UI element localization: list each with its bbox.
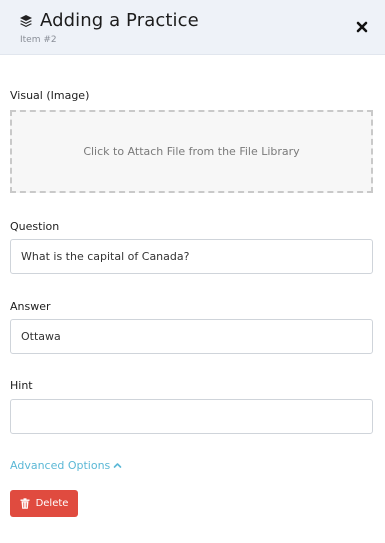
item-number: Item #2 (20, 35, 57, 45)
file-attach-dropzone[interactable]: Click to Attach File from the File Libra… (10, 110, 373, 193)
advanced-options-label: Advanced Options (10, 459, 111, 472)
dropzone-text: Click to Attach File from the File Libra… (83, 145, 300, 158)
question-label: Question (10, 220, 60, 233)
question-value: What is the capital of Canada? (21, 250, 190, 263)
answer-value: Ottawa (21, 330, 61, 343)
title-row: Adding a Practice (19, 9, 385, 33)
panel-header: Adding a Practice Item #2 (0, 0, 385, 55)
delete-label: Delete (35, 498, 69, 509)
delete-button[interactable]: Delete (10, 490, 78, 517)
visual-label: Visual (Image) (10, 89, 90, 102)
close-icon (356, 21, 368, 33)
close-button[interactable] (355, 19, 369, 33)
chevron-up-icon (113, 461, 122, 470)
advanced-options-toggle[interactable]: Advanced Options (10, 459, 122, 472)
hint-input[interactable] (10, 399, 373, 434)
answer-label: Answer (10, 300, 51, 313)
page-title: Adding a Practice (40, 10, 199, 31)
stack-icon (19, 14, 33, 28)
question-input[interactable]: What is the capital of Canada? (10, 239, 373, 274)
answer-input[interactable]: Ottawa (10, 319, 373, 354)
hint-label: Hint (10, 379, 33, 392)
trash-icon (20, 498, 30, 509)
adding-practice-panel: Adding a Practice Item #2 Visual (Image)… (0, 0, 385, 543)
